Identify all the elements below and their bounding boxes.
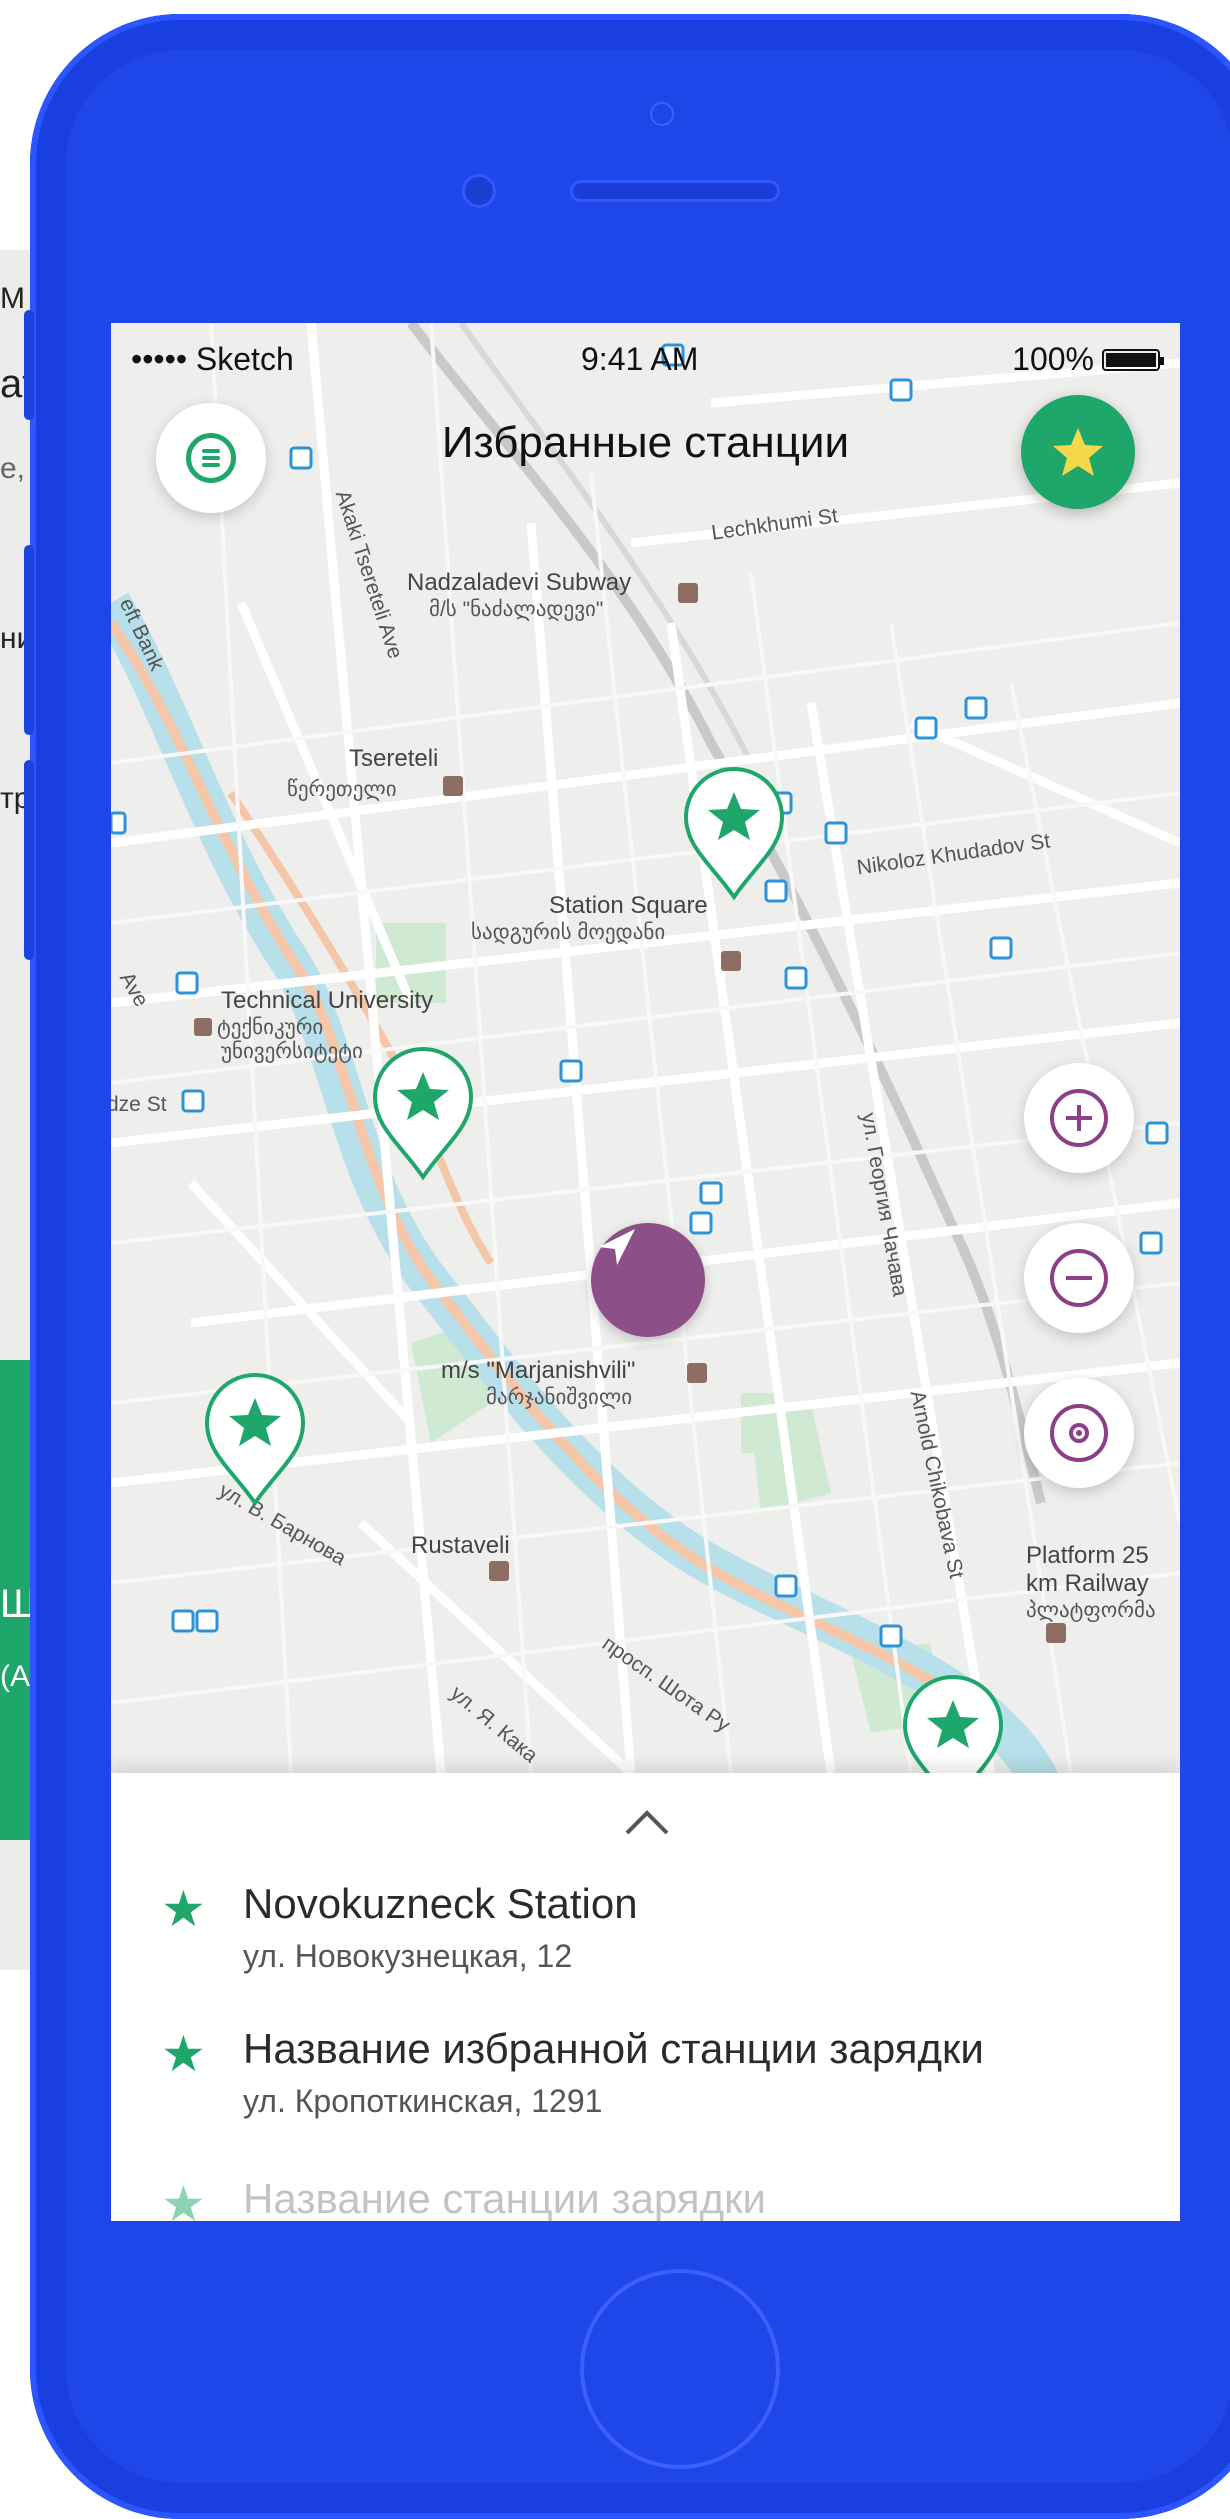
map-label: მარჯანიშვილი — [486, 1386, 633, 1409]
locate-button[interactable] — [1024, 1378, 1134, 1488]
station-pin[interactable] — [682, 765, 786, 905]
proximity-sensor — [650, 102, 674, 126]
volume-down-button — [24, 760, 34, 960]
station-list-item[interactable]: ★ Название избранной станции зарядки ул.… — [161, 2021, 1161, 2131]
map-view[interactable]: Nadzaladevi Subway მ/ს "ნაძალადევი" Tser… — [111, 323, 1180, 1809]
minus-icon — [1050, 1249, 1108, 1307]
map-label: უნივერსიტეტი — [221, 1040, 363, 1063]
background-text: e, / — [0, 452, 28, 485]
station-address: ул. Кропоткинская, 1291 — [243, 2083, 603, 2119]
page-title: Избранные станции — [441, 418, 850, 467]
app-screen: Nadzaladevi Subway მ/ს "ნაძალადევი" Tser… — [111, 323, 1180, 2221]
map-label: სადგურის მოედანი — [471, 921, 666, 944]
mute-switch — [24, 310, 34, 420]
carrier-label: ••••• Sketch — [131, 341, 294, 377]
map-label: km Railway — [1026, 1570, 1149, 1597]
star-icon: ★ — [161, 2026, 206, 2082]
star-icon: ★ — [161, 1881, 206, 1937]
station-name: Название избранной станции зарядки — [243, 2025, 984, 2072]
station-pin[interactable] — [371, 1045, 475, 1185]
map-label: წერეთელი — [287, 778, 397, 801]
favorites-button[interactable] — [1021, 395, 1135, 509]
status-bar: ••••• Sketch 9:41 AM 100% — [111, 323, 1180, 383]
map-label: ტექნიკური — [217, 1016, 324, 1039]
chevron-up-icon[interactable] — [623, 1807, 671, 1837]
map-label: Technical University — [221, 987, 434, 1014]
background-text: M — [0, 282, 25, 315]
station-list-item[interactable]: ★ Novokuzneck Station ул. Новокузнецкая,… — [161, 1876, 1161, 1986]
map-label: Platform 25 — [1026, 1542, 1149, 1569]
battery-percent: 100% — [1012, 341, 1094, 377]
map-label: Nadzaladevi Subway — [407, 569, 632, 596]
clock: 9:41 AM — [581, 341, 699, 377]
map-label: m/s "Marjanishvili" — [441, 1357, 636, 1384]
station-name: Novokuzneck Station — [243, 1880, 638, 1927]
plus-icon — [1050, 1089, 1108, 1147]
map-label: პლატფორმა — [1026, 1599, 1156, 1622]
star-icon: ★ — [161, 2176, 206, 2221]
zoom-out-button[interactable] — [1024, 1223, 1134, 1333]
zoom-in-button[interactable] — [1024, 1063, 1134, 1173]
navigation-arrow-icon — [591, 1223, 705, 1337]
earpiece-speaker — [570, 180, 780, 202]
volume-up-button — [24, 545, 34, 735]
battery-status: 100% — [1012, 341, 1164, 378]
battery-icon — [1102, 348, 1164, 371]
stations-bottom-sheet: ★ Novokuzneck Station ул. Новокузнецкая,… — [111, 1773, 1180, 2221]
map-label: მ/ს "ნაძალადევი" — [429, 598, 604, 621]
station-list-item[interactable]: ★ Название станции зарядки — [161, 2171, 1161, 2221]
map-label: Tsereteli — [349, 745, 439, 772]
home-button[interactable] — [580, 2269, 780, 2469]
station-name: Название станции зарядки — [243, 2175, 766, 2221]
star-icon — [1053, 428, 1103, 476]
map-label: Rustaveli — [411, 1532, 510, 1559]
station-address: ул. Новокузнецкая, 12 — [243, 1938, 573, 1974]
target-icon — [1050, 1404, 1108, 1462]
map-label: dze St — [111, 1093, 167, 1116]
station-pin[interactable] — [203, 1371, 307, 1511]
menu-icon — [186, 433, 236, 483]
menu-button[interactable] — [156, 403, 266, 513]
front-camera — [462, 174, 496, 208]
